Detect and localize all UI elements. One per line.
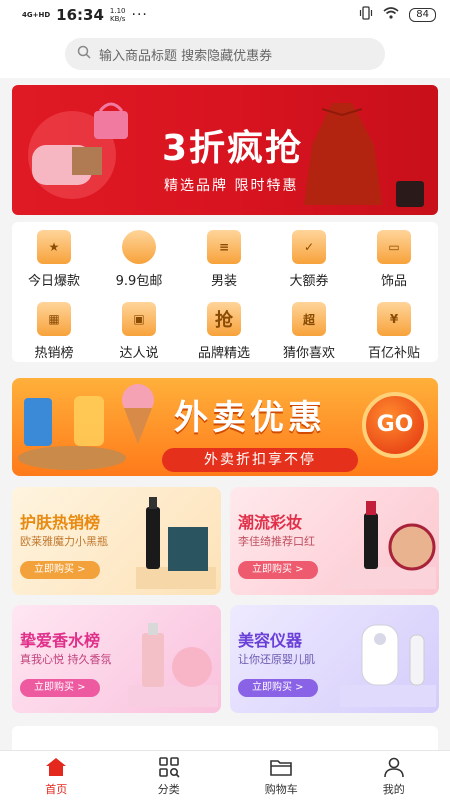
buy-now-button[interactable]: 立即购买 >	[20, 561, 100, 579]
folder-icon	[270, 759, 293, 776]
yuan-icon: ¥	[377, 302, 411, 336]
network-speed: 1.10 KB/s	[109, 7, 126, 23]
promo-title: 潮流彩妆	[238, 513, 303, 532]
next-section-peek	[12, 726, 438, 750]
food-decoration	[18, 384, 154, 470]
promo-subtitle: 李佳绮推荐口红	[238, 535, 315, 548]
grid-icon: ▦	[37, 302, 71, 336]
category-icon	[158, 756, 180, 778]
category-item-brand[interactable]: 抢 品牌精选	[184, 302, 264, 361]
promo-title: 挚爱香水榜	[20, 631, 101, 650]
category-item-menswear[interactable]: ≡ 男装	[184, 230, 264, 289]
search-input[interactable]: 输入商品标题 搜索隐藏优惠券	[65, 38, 385, 70]
category-item-guess[interactable]: 超 猜你喜欢	[269, 302, 349, 361]
go-button[interactable]: GO	[362, 392, 428, 458]
category-item-hot-list[interactable]: ▦ 热销榜	[14, 302, 94, 361]
home-icon	[46, 757, 67, 776]
category-item-coupon[interactable]: ✓ 大额券	[269, 230, 349, 289]
banner-title: 3折疯抢	[162, 128, 304, 169]
search-icon	[77, 45, 91, 63]
tab-home[interactable]: 首页	[0, 751, 113, 800]
more-dots-icon: ···	[131, 7, 148, 23]
promo-subtitle: 欧莱雅魔力小黑瓶	[20, 535, 108, 548]
banner-subtitle: 精选品牌 限时特惠	[164, 178, 299, 194]
search-bar-container: 输入商品标题 搜索隐藏优惠券	[0, 30, 450, 78]
promo-title: 护肤热销榜	[20, 513, 101, 532]
status-bar: 4G+HD 16:34 1.10 KB/s ··· 84	[0, 0, 450, 30]
network-indicator: 4G+HD	[22, 11, 51, 19]
coupon-icon: ✓	[292, 230, 326, 264]
promo-card-makeup[interactable]: 潮流彩妆 李佳绮推荐口红 立即购买 >	[230, 487, 439, 595]
promo-title: 美容仪器	[238, 631, 303, 650]
bottom-tab-bar: 首页 分类 购物车 我的	[0, 750, 450, 800]
promo-card-skincare[interactable]: 护肤热销榜 欧莱雅魔力小黑瓶 立即购买 >	[12, 487, 221, 595]
promo-card-perfume[interactable]: 挚爱香水榜 真我心悦 持久香氛 立即购买 >	[12, 605, 221, 713]
search-placeholder: 输入商品标题 搜索隐藏优惠券	[99, 48, 273, 64]
promo-banner[interactable]: 3折疯抢 精选品牌 限时特惠	[12, 85, 438, 215]
tab-cart[interactable]: 购物车	[225, 751, 338, 800]
battery-icon: 84	[409, 8, 436, 22]
status-time: 16:34	[56, 6, 104, 24]
takeout-title: 外卖优惠	[174, 398, 326, 438]
takeout-subtitle: 外卖折扣享不停	[162, 448, 358, 472]
clothes-icon: ≡	[207, 230, 241, 264]
bowl-icon	[122, 230, 156, 264]
box-icon: ▣	[122, 302, 156, 336]
promo-subtitle: 真我心悦 持久香氛	[20, 653, 112, 666]
category-item-accessory[interactable]: ▭ 饰品	[354, 230, 434, 289]
category-item-9-9[interactable]: 9.9包邮	[99, 230, 179, 289]
category-item-expert[interactable]: ▣ 达人说	[99, 302, 179, 361]
promo-card-beauty-device[interactable]: 美容仪器 让你还原婴儿肌 立即购买 >	[230, 605, 439, 713]
buy-now-button[interactable]: 立即购买 >	[238, 561, 318, 579]
user-icon	[383, 757, 404, 777]
tab-mine[interactable]: 我的	[338, 751, 450, 800]
hot-icon: ★	[37, 230, 71, 264]
buy-now-button[interactable]: 立即购买 >	[20, 679, 100, 697]
tab-category[interactable]: 分类	[113, 751, 226, 800]
buy-now-button[interactable]: 立即购买 >	[238, 679, 318, 697]
accessory-icon: ▭	[377, 230, 411, 264]
vibrate-icon	[359, 6, 373, 24]
wifi-icon	[383, 7, 399, 23]
category-grid: ★ 今日爆款 9.9包邮 ≡ 男装 ✓ 大额券 ▭ 饰品 ▦ 热销榜 ▣ 达人说…	[12, 222, 438, 362]
grab-icon: 抢	[207, 302, 241, 336]
takeout-banner[interactable]: 外卖优惠 外卖折扣享不停 GO	[12, 378, 438, 476]
category-item-today-hot[interactable]: ★ 今日爆款	[14, 230, 94, 289]
promo-subtitle: 让你还原婴儿肌	[238, 653, 315, 666]
category-item-subsidy[interactable]: ¥ 百亿补贴	[354, 302, 434, 361]
house-icon: 超	[292, 302, 326, 336]
